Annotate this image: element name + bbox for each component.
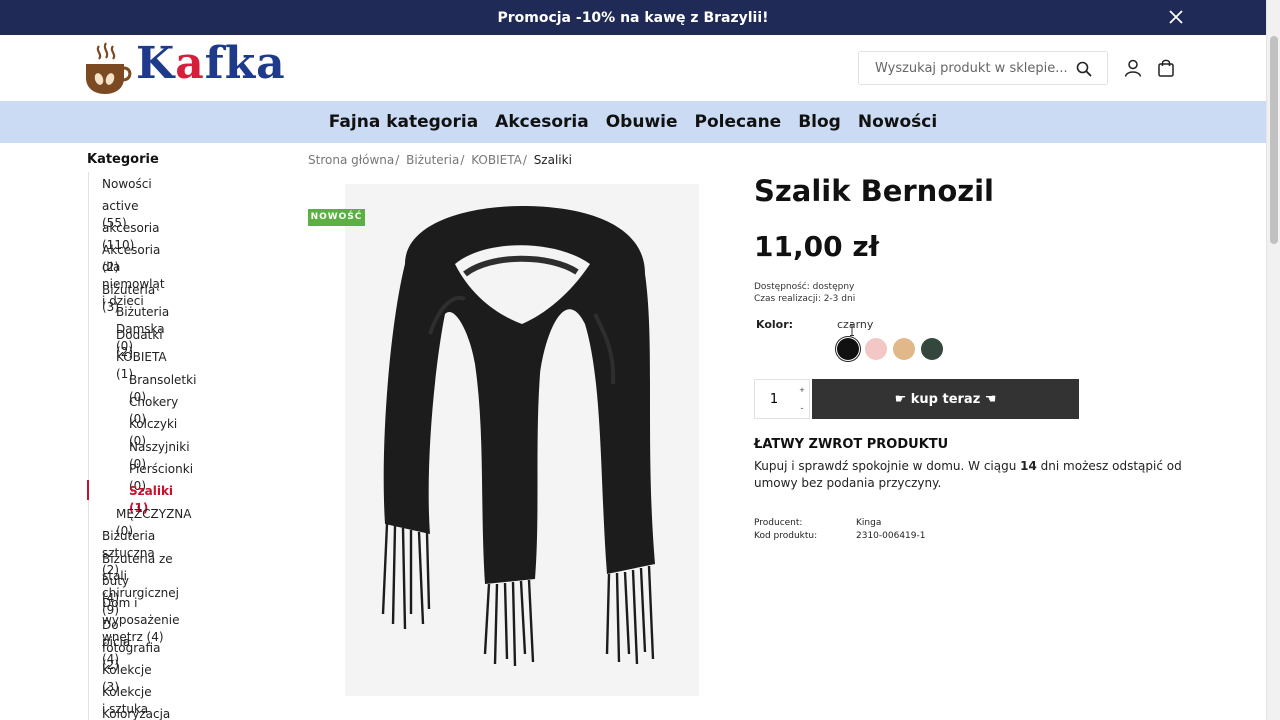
category-item[interactable]: Nowości: [102, 176, 152, 193]
color-label: Kolor:: [756, 318, 794, 331]
breadcrumb-bizuteria[interactable]: Biżuteria: [406, 153, 459, 167]
producer-value: Kinga: [856, 518, 882, 528]
quantity-stepper: + -: [754, 379, 810, 419]
producer-label: Producent:: [754, 518, 803, 528]
categories-title: Kategorie: [87, 152, 159, 167]
search-icon[interactable]: [1075, 60, 1093, 78]
product-title: Szalik Bernozil: [754, 174, 995, 208]
availability-text: Dostępność: dostępny: [754, 282, 855, 292]
quantity-decrease-button[interactable]: -: [794, 400, 810, 416]
nav-item-fajna-kategoria[interactable]: Fajna kategoria: [329, 112, 478, 132]
scrollbar-thumb[interactable]: [1270, 36, 1278, 244]
product-price: 11,00 zł: [754, 230, 880, 263]
lead-time-text: Czas realizacji: 2-3 dni: [754, 294, 856, 304]
coffee-cup-icon: [86, 42, 132, 94]
search-box: [858, 51, 1108, 85]
category-item[interactable]: Koloryzacja (1): [102, 706, 170, 720]
categories-divider: [88, 172, 89, 720]
quantity-input[interactable]: [755, 380, 793, 418]
color-value: czarny: [837, 318, 874, 331]
breadcrumb-current: Szaliki: [533, 153, 572, 167]
swatch-pink[interactable]: [865, 338, 887, 360]
breadcrumb-kobieta[interactable]: KOBIETA: [471, 153, 522, 167]
new-badge: NOWOŚĆ: [308, 209, 365, 226]
product-image[interactable]: [345, 184, 699, 696]
promo-text: Promocja -10% na kawę z Brazylii!: [497, 10, 769, 26]
breadcrumb-home[interactable]: Strona główna: [308, 153, 394, 167]
search-input[interactable]: [860, 53, 1070, 83]
nav-item-nowości[interactable]: Nowości: [858, 112, 937, 132]
return-policy-text: Kupuj i sprawdź spokojnie w domu. W ciąg…: [754, 459, 1182, 490]
logo-text: Kafka: [136, 38, 286, 89]
quantity-increase-button[interactable]: +: [794, 382, 810, 398]
swatch-beige[interactable]: [893, 338, 915, 360]
category-item[interactable]: (2): [102, 259, 119, 276]
nav-item-polecane[interactable]: Polecane: [695, 112, 782, 132]
scarf-image: [345, 184, 699, 696]
nav-item-akcesoria[interactable]: Akcesoria: [495, 112, 589, 132]
logo[interactable]: Kafka: [82, 38, 285, 96]
user-icon[interactable]: [1124, 59, 1142, 77]
nav-item-blog[interactable]: Blog: [798, 112, 841, 132]
text-cursor-icon: [850, 324, 854, 336]
product-code-value: 2310-006419-1: [856, 531, 926, 541]
promo-bar: Promocja -10% na kawę z Brazylii!: [0, 0, 1266, 35]
active-category-marker: [87, 480, 89, 500]
return-days: 14: [1020, 459, 1037, 473]
main-nav: Fajna kategoria Akcesoria Obuwie Polecane Bl…: [0, 101, 1266, 143]
return-policy-title: ŁATWY ZWROT PRODUKTU: [754, 437, 949, 452]
scrollbar[interactable]: [1266, 0, 1280, 720]
shopping-bag-icon[interactable]: [1157, 59, 1175, 77]
availability-info: Dostępność: dostępny Czas realizacji: 2-…: [754, 281, 855, 305]
swatch-black[interactable]: [837, 338, 859, 360]
swatch-green[interactable]: [921, 338, 943, 360]
close-icon[interactable]: [1168, 9, 1184, 25]
breadcrumb: Strona główna/ Biżuteria/ KOBIETA/ Szali…: [308, 153, 572, 167]
nav-item-obuwie[interactable]: Obuwie: [606, 112, 678, 132]
product-code-label: Kod produktu:: [754, 531, 818, 541]
buy-now-button[interactable]: ☛ kup teraz ☚: [812, 379, 1079, 419]
